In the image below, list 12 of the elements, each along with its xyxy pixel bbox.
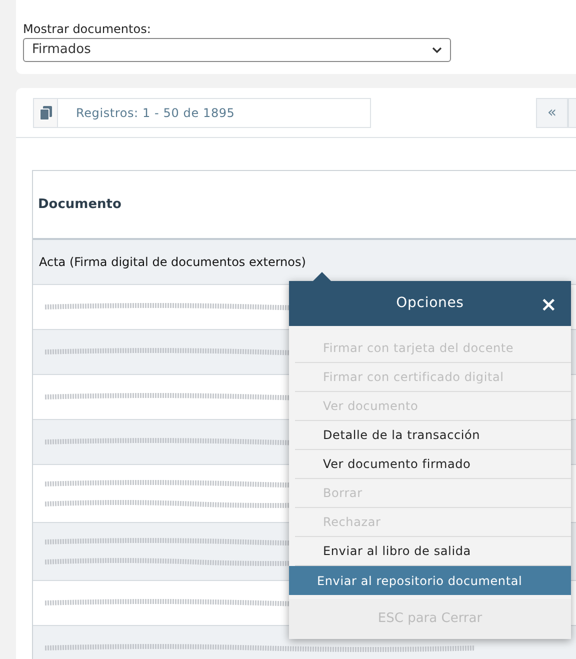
filter-label: Mostrar documentos: — [23, 21, 152, 38]
close-button[interactable]: × — [540, 294, 557, 314]
copy-icon — [40, 106, 52, 120]
menu-item[interactable]: Enviar al repositorio documental — [289, 566, 571, 595]
document-filter-select[interactable]: Firmados — [23, 38, 451, 62]
records-count: Registros: 1 - 50 de 1895 — [75, 104, 235, 122]
menu-item[interactable]: Ver documento firmado — [295, 450, 571, 479]
first-page-button[interactable]: « — [536, 98, 568, 128]
document-row[interactable]: Acta (Firma digital de documentos externos) — [33, 240, 576, 285]
popup-title: Opciones — [396, 294, 464, 313]
chevron-down-icon — [432, 46, 442, 54]
page-button[interactable] — [568, 98, 576, 128]
